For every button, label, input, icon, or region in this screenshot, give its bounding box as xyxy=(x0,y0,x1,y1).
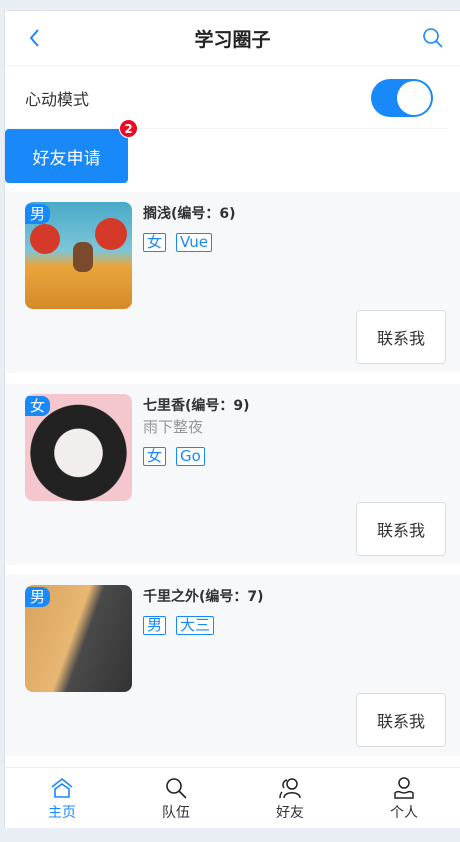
tab-label: 主页 xyxy=(48,805,76,821)
gender-tag: 女 xyxy=(25,396,51,416)
user-profile: 雨下整夜 xyxy=(143,418,204,436)
tag: 女 xyxy=(143,447,167,466)
tab-team[interactable]: 队伍 xyxy=(119,768,233,828)
tab-label: 队伍 xyxy=(162,805,190,821)
friends-icon xyxy=(279,778,301,799)
tab-profile[interactable]: 个人 xyxy=(347,768,460,828)
tag: Go xyxy=(176,447,205,466)
avatar: 男 xyxy=(25,202,132,309)
contact-button[interactable]: 联系我 xyxy=(356,693,446,747)
tag: 大三 xyxy=(176,616,215,635)
search-icon[interactable] xyxy=(422,27,444,49)
gender-tag: 男 xyxy=(25,587,51,607)
user-icon xyxy=(394,777,414,799)
tab-home[interactable]: 主页 xyxy=(5,768,119,828)
tag: 女 xyxy=(143,233,167,252)
tag: Vue xyxy=(176,233,212,252)
chevron-left-icon[interactable] xyxy=(27,27,41,49)
tab-bar: 主页 队伍 好友 个人 xyxy=(5,767,460,828)
page-title: 学习圈子 xyxy=(194,28,271,51)
app-frame: 学习圈子 心动模式 好友申请 2 男 搁浅(编号：6) 女 Vue 联系我 女 七… xyxy=(4,10,460,828)
tab-label: 好友 xyxy=(276,805,304,821)
tab-label: 个人 xyxy=(390,805,418,821)
contact-button[interactable]: 联系我 xyxy=(356,310,446,364)
contact-button[interactable]: 联系我 xyxy=(356,502,446,556)
avatar: 女 xyxy=(25,394,132,501)
search-icon xyxy=(166,778,187,799)
heart-mode-toggle[interactable] xyxy=(371,78,433,117)
user-card[interactable]: 女 七里香(编号：9) 雨下整夜 女 Go 联系我 xyxy=(5,384,460,565)
friend-request-button[interactable]: 好友申请 xyxy=(5,129,128,183)
user-name: 搁浅(编号：6) xyxy=(143,206,236,222)
gender-tag: 男 xyxy=(25,204,51,224)
user-name: 千里之外(编号：7) xyxy=(143,589,264,605)
home-icon xyxy=(51,777,73,798)
heart-mode-label: 心动模式 xyxy=(25,89,90,109)
friend-request-badge: 2 xyxy=(119,119,138,138)
tag: 男 xyxy=(143,616,167,635)
avatar: 男 xyxy=(25,585,132,692)
heart-mode-row: 心动模式 xyxy=(5,67,448,129)
nav-bar: 学习圈子 xyxy=(5,11,460,67)
user-name: 七里香(编号：9) xyxy=(143,398,250,414)
user-card[interactable]: 男 搁浅(编号：6) 女 Vue 联系我 xyxy=(5,192,460,373)
user-card[interactable]: 男 千里之外(编号：7) 男大三 联系我 xyxy=(5,575,460,756)
tab-friends[interactable]: 好友 xyxy=(233,768,347,828)
